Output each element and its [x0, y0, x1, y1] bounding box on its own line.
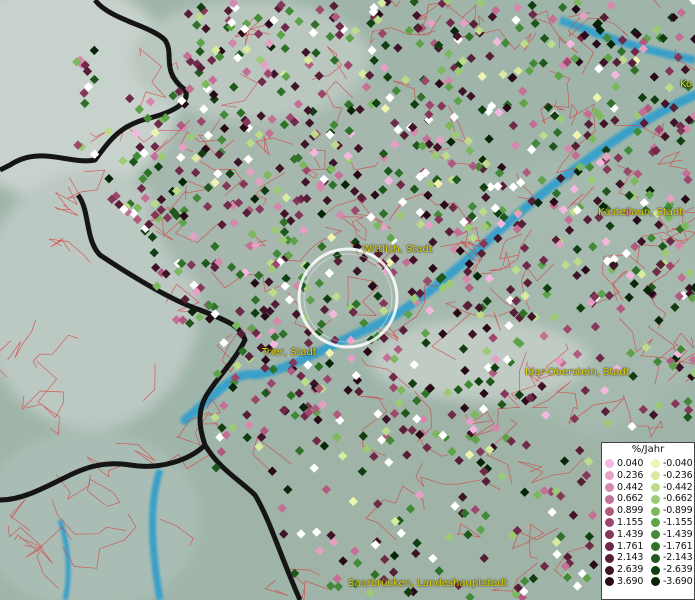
- legend-row: 2.639 -2.639: [602, 564, 695, 576]
- legend-value: 0.040: [617, 458, 644, 469]
- legend-entry-negative: -3.690: [648, 576, 694, 588]
- city-label-idar-oberstein: Idar-Oberstein, Stadt: [525, 367, 630, 378]
- legend-entry-negative: -0.236: [648, 470, 694, 482]
- legend-entry-negative: -0.662: [648, 493, 694, 505]
- legend-entry-positive: 0.662: [602, 493, 648, 505]
- legend-swatch: [605, 494, 614, 504]
- legend-row: 0.442 -0.442: [602, 482, 695, 494]
- legend-row: 0.236 -0.236: [602, 470, 695, 482]
- legend-value: -1.439: [663, 528, 693, 540]
- legend-swatch: [605, 459, 614, 469]
- city-label-kastellaun: Kastellaun, Stadt: [598, 207, 684, 218]
- legend-value: 2.639: [617, 564, 644, 576]
- legend-entry-negative: -1.155: [648, 517, 694, 529]
- legend-value: -0.662: [663, 493, 693, 505]
- legend-swatch: [651, 553, 660, 563]
- legend-row: 2.143 -2.143: [602, 552, 695, 564]
- legend-entry-negative: -0.040: [648, 458, 694, 470]
- legend-row: 3.690 -3.690: [602, 576, 695, 588]
- legend-entry-positive: 1.761: [602, 541, 648, 553]
- legend-row: 0.899 -0.899: [602, 505, 695, 517]
- legend-rows: 0.040 -0.040 0.236 -0.236 0.442 -0.442 0.662 -0…: [602, 458, 695, 588]
- legend-row: 0.662 -0.662: [602, 493, 695, 505]
- city-label-wittlich: Wittlich, Stadt: [362, 244, 433, 255]
- legend-value: -2.143: [663, 552, 693, 564]
- legend-entry-positive: 0.040: [602, 458, 648, 470]
- legend-value: 0.236: [617, 469, 644, 481]
- legend-value: 0.899: [617, 505, 644, 517]
- legend-swatch: [605, 541, 614, 551]
- legend-swatch: [605, 482, 614, 492]
- legend-value: 2.143: [617, 552, 644, 564]
- legend-value: 1.155: [617, 516, 644, 528]
- legend-entry-negative: -2.143: [648, 552, 694, 564]
- legend-swatch: [651, 459, 660, 469]
- legend-value: 1.761: [617, 540, 644, 552]
- legend-swatch: [605, 530, 614, 540]
- city-label-koblenz: Ko: [680, 79, 693, 90]
- city-label-saarbruecken: Saarbrücken, Landeshauptstadt: [348, 578, 508, 589]
- legend-swatch: [651, 565, 660, 575]
- legend-swatch: [605, 518, 614, 528]
- map-canvas[interactable]: [0, 0, 695, 600]
- legend-value: 0.442: [617, 481, 644, 493]
- legend-swatch: [651, 471, 660, 481]
- legend-swatch: [651, 506, 660, 516]
- legend-value: -0.040: [663, 458, 693, 469]
- legend-value: -0.899: [663, 505, 693, 517]
- legend-swatch: [605, 506, 614, 516]
- legend-value: 3.690: [617, 575, 644, 587]
- legend-value: -0.442: [663, 481, 693, 493]
- legend-row: 1.155 -1.155: [602, 517, 695, 529]
- legend-value: -2.639: [663, 564, 693, 576]
- legend-entry-positive: 1.439: [602, 529, 648, 541]
- legend-entry-negative: -1.439: [648, 529, 694, 541]
- legend-swatch: [605, 553, 614, 563]
- legend-value: -1.761: [663, 540, 693, 552]
- legend-swatch: [605, 565, 614, 575]
- legend-title: %/Jahr: [631, 444, 665, 455]
- legend-entry-positive: 2.639: [602, 564, 648, 576]
- legend: %/Jahr 0.040 -0.040 0.236 -0.236 0.442 -0.442…: [601, 442, 695, 600]
- legend-entry-positive: 2.143: [602, 552, 648, 564]
- legend-entry-negative: -1.761: [648, 541, 694, 553]
- legend-swatch: [651, 482, 660, 492]
- city-label-trier: Trier, Stadt: [262, 347, 317, 358]
- legend-entry-positive: 3.690: [602, 576, 648, 588]
- legend-swatch: [651, 577, 660, 587]
- legend-row: 1.439 -1.439: [602, 529, 695, 541]
- legend-entry-negative: -0.442: [648, 482, 694, 494]
- legend-entry-positive: 0.442: [602, 482, 648, 494]
- legend-swatch: [605, 577, 614, 587]
- legend-value: -1.155: [663, 516, 693, 528]
- legend-entry-positive: 1.155: [602, 517, 648, 529]
- legend-swatch: [651, 494, 660, 504]
- legend-entry-positive: 0.899: [602, 505, 648, 517]
- legend-swatch: [605, 471, 614, 481]
- legend-entry-negative: -2.639: [648, 564, 694, 576]
- legend-row: 1.761 -1.761: [602, 541, 695, 553]
- legend-row: 0.040 -0.040: [602, 458, 695, 470]
- legend-entry-negative: -0.899: [648, 505, 694, 517]
- legend-swatch: [651, 541, 660, 551]
- legend-value: 1.439: [617, 528, 644, 540]
- legend-swatch: [651, 530, 660, 540]
- legend-value: -3.690: [663, 575, 693, 587]
- legend-value: 0.662: [617, 493, 644, 505]
- legend-value: -0.236: [663, 469, 693, 481]
- legend-swatch: [651, 518, 660, 528]
- legend-entry-positive: 0.236: [602, 470, 648, 482]
